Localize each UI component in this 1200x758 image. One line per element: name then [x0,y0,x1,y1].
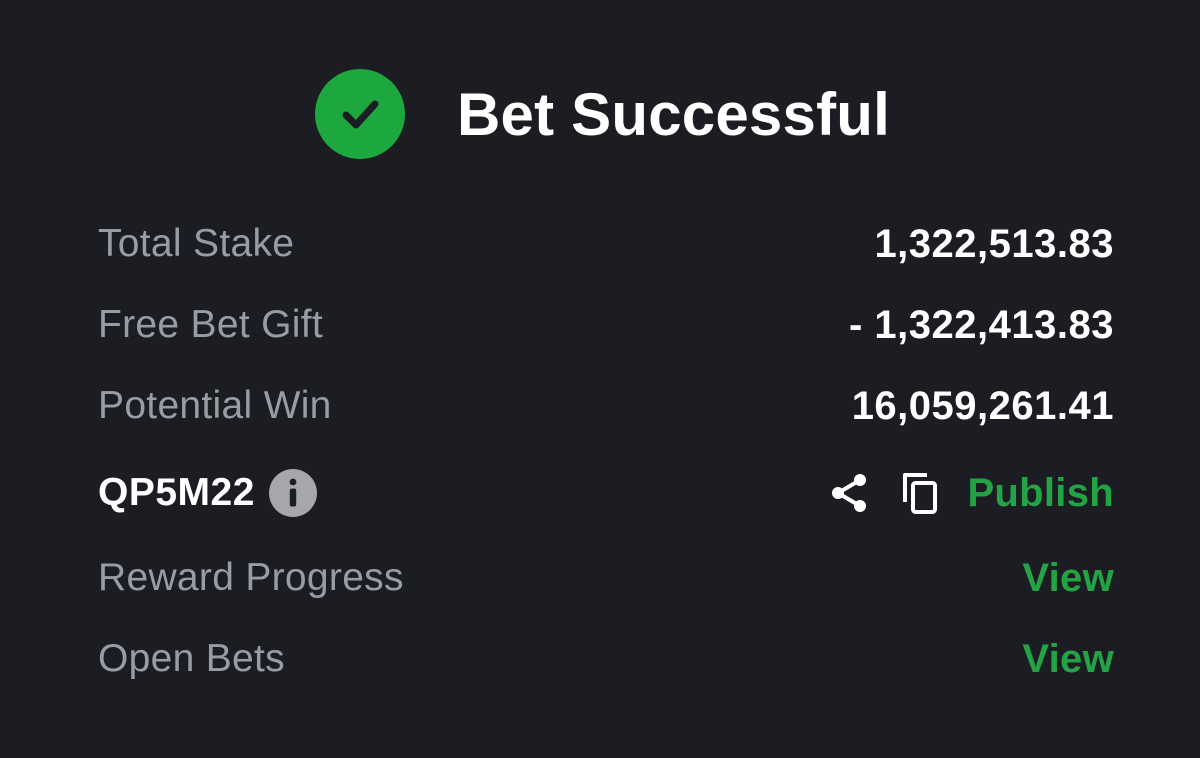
bet-confirmation-panel: Bet Successful Total Stake 1,322,513.83 … [0,0,1200,758]
free-bet-gift-row: Free Bet Gift - 1,322,413.83 [98,297,1114,353]
booking-code-group: QP5M22 [98,469,317,517]
reward-progress-row: Reward Progress View [98,550,1114,606]
reward-progress-view-link[interactable]: View [1022,556,1114,601]
share-icon[interactable] [825,469,873,517]
total-stake-label: Total Stake [98,222,295,265]
total-stake-value: 1,322,513.83 [874,221,1114,266]
reward-progress-label: Reward Progress [98,556,404,599]
open-bets-row: Open Bets View [98,631,1114,687]
total-stake-row: Total Stake 1,322,513.83 [98,216,1114,272]
booking-code: QP5M22 [98,471,255,514]
potential-win-row: Potential Win 16,059,261.41 [98,378,1114,434]
bet-success-header: Bet Successful [315,68,890,160]
booking-actions: Publish [825,469,1114,517]
page-title: Bet Successful [457,80,890,148]
free-bet-gift-value: - 1,322,413.83 [849,302,1114,347]
potential-win-value: 16,059,261.41 [851,383,1114,428]
info-icon[interactable] [268,469,317,517]
publish-button[interactable]: Publish [967,471,1114,516]
checkmark-icon [342,100,379,129]
booking-code-row: QP5M22 Publish [98,465,1114,521]
open-bets-label: Open Bets [98,637,285,680]
copy-icon[interactable] [897,469,945,517]
potential-win-label: Potential Win [98,384,332,427]
free-bet-gift-label: Free Bet Gift [98,303,323,346]
open-bets-view-link[interactable]: View [1022,637,1114,682]
check-circle-icon [315,69,405,159]
